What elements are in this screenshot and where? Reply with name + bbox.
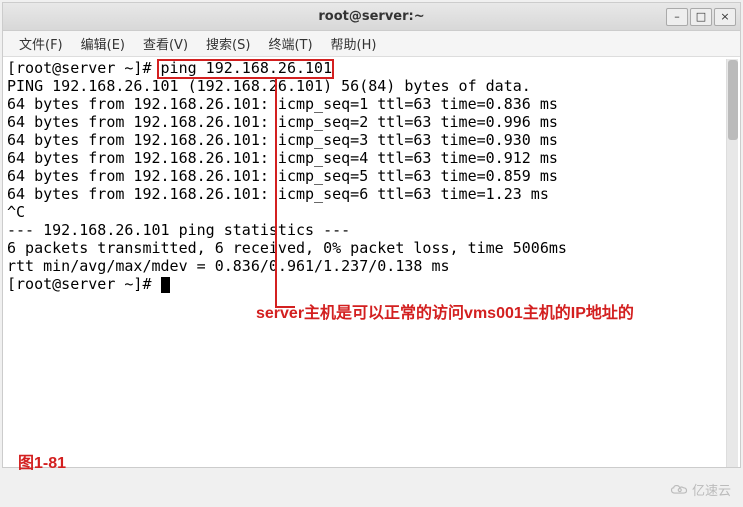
output-line-5: 64 bytes from 192.168.26.101: icmp_seq=4… — [7, 149, 558, 167]
close-button[interactable]: × — [714, 8, 736, 26]
window-controls: – □ × — [666, 8, 736, 26]
menu-edit[interactable]: 编辑(E) — [73, 32, 133, 55]
window-titlebar: root@server:~ – □ × — [3, 3, 740, 31]
watermark-text: 亿速云 — [692, 480, 731, 499]
output-line-8: ^C — [7, 203, 25, 221]
menu-view[interactable]: 查看(V) — [135, 32, 196, 55]
prompt-line-2: [root@server ~]# — [7, 275, 170, 293]
vertical-scrollbar[interactable] — [726, 59, 738, 467]
output-line-11: rtt min/avg/max/mdev = 0.836/0.961/1.237… — [7, 257, 450, 275]
cloud-icon — [670, 483, 688, 497]
menu-search[interactable]: 搜索(S) — [198, 32, 258, 55]
output-line-3: 64 bytes from 192.168.26.101: icmp_seq=2… — [7, 113, 558, 131]
ping-command: ping 192.168.26.101 — [161, 59, 333, 77]
window-title: root@server:~ — [318, 9, 424, 24]
prompt-2: [root@server ~]# — [7, 275, 161, 293]
output-line-2: 64 bytes from 192.168.26.101: icmp_seq=1… — [7, 95, 558, 113]
figure-label: 图1-81 — [18, 449, 66, 473]
watermark: 亿速云 — [670, 480, 731, 499]
output-line-1: PING 192.168.26.101 (192.168.26.101) 56(… — [7, 77, 531, 95]
maximize-button[interactable]: □ — [690, 8, 712, 26]
output-line-10: 6 packets transmitted, 6 received, 0% pa… — [7, 239, 567, 257]
output-line-9: --- 192.168.26.101 ping statistics --- — [7, 221, 350, 239]
terminal-window: root@server:~ – □ × 文件(F) 编辑(E) 查看(V) 搜索… — [2, 2, 741, 468]
menu-file[interactable]: 文件(F) — [11, 32, 71, 55]
scrollbar-thumb[interactable] — [728, 60, 738, 140]
minimize-button[interactable]: – — [666, 8, 688, 26]
output-line-7: 64 bytes from 192.168.26.101: icmp_seq=6… — [7, 185, 549, 203]
terminal-output[interactable]: [root@server ~]# ping 192.168.26.101 PIN… — [3, 57, 740, 467]
output-line-6: 64 bytes from 192.168.26.101: icmp_seq=5… — [7, 167, 558, 185]
annotation-text: server主机是可以正常的访问vms001主机的IP地址的 — [256, 299, 634, 323]
menu-help[interactable]: 帮助(H) — [323, 32, 385, 55]
menu-terminal[interactable]: 终端(T) — [260, 32, 320, 55]
menu-bar: 文件(F) 编辑(E) 查看(V) 搜索(S) 终端(T) 帮助(H) — [3, 31, 740, 57]
output-line-4: 64 bytes from 192.168.26.101: icmp_seq=3… — [7, 131, 558, 149]
cursor-icon — [161, 277, 170, 293]
prompt-1: [root@server ~]# — [7, 59, 161, 77]
prompt-line-1: [root@server ~]# ping 192.168.26.101 — [7, 59, 332, 77]
